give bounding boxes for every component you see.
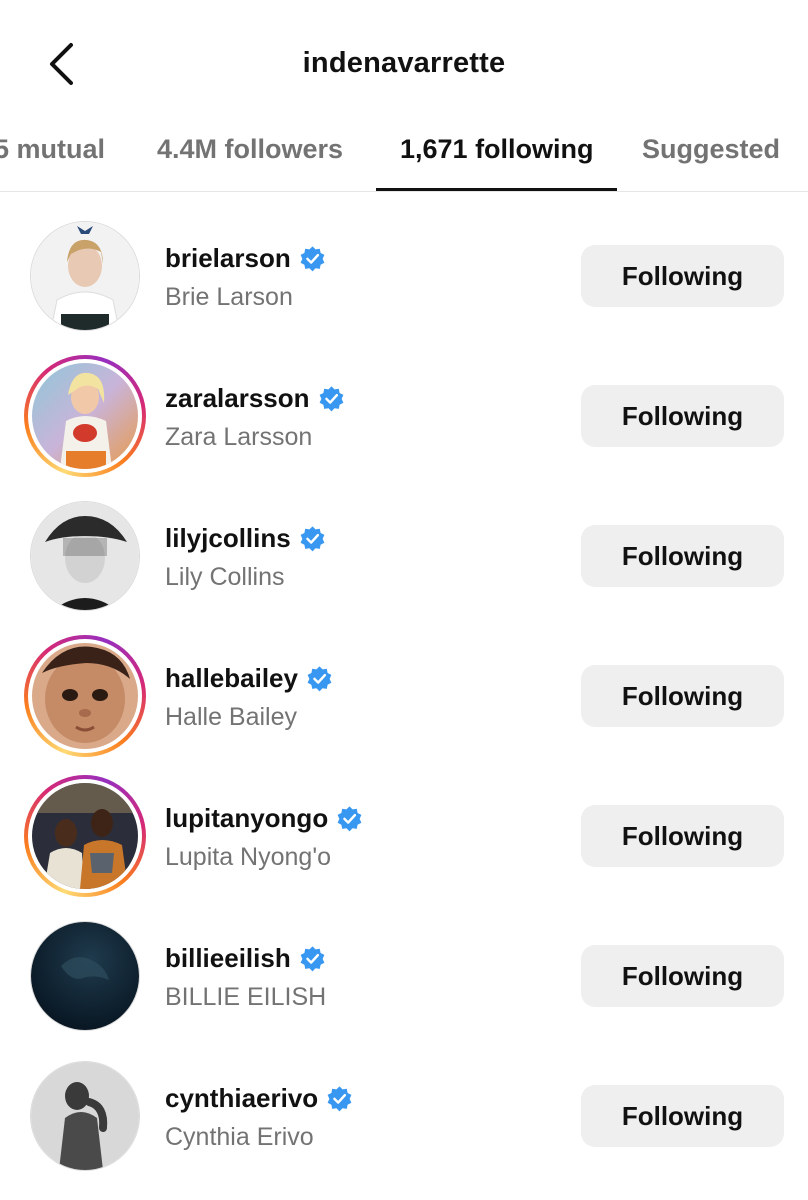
- list-item[interactable]: lupitanyongo Lupita Nyong'o Following: [0, 773, 808, 913]
- verified-badge-icon: [300, 946, 325, 972]
- avatar[interactable]: [30, 921, 140, 1031]
- avatar[interactable]: [24, 775, 146, 897]
- full-name: Lupita Nyong'o: [165, 843, 332, 871]
- username[interactable]: lilyjcollins: [165, 523, 326, 554]
- list-item[interactable]: zaralarsson Zara Larsson Following: [0, 353, 808, 493]
- verified-badge-icon: [300, 246, 325, 272]
- following-list-screen: indenavarrette 5 mutual 4.4M followers 1…: [0, 0, 808, 1200]
- page-title: indenavarrette: [302, 47, 506, 79]
- following-button[interactable]: Following: [581, 385, 784, 447]
- tab-mutual[interactable]: 5 mutual: [0, 134, 105, 174]
- following-button[interactable]: Following: [581, 245, 784, 307]
- avatar-photo: [31, 922, 139, 1030]
- avatar-photo: [32, 363, 138, 469]
- following-button[interactable]: Following: [581, 525, 784, 587]
- avatar-photo: [31, 502, 139, 610]
- verified-badge-icon: [319, 386, 343, 412]
- username[interactable]: hallebailey: [165, 663, 333, 694]
- avatar[interactable]: [30, 221, 140, 331]
- full-name: Brie Larson: [165, 283, 293, 311]
- avatar[interactable]: [24, 355, 146, 477]
- avatar-photo: [32, 783, 138, 889]
- full-name: Halle Bailey: [165, 703, 298, 731]
- avatar[interactable]: [30, 501, 140, 611]
- full-name: Lily Collins: [165, 563, 285, 591]
- username[interactable]: lupitanyongo: [165, 803, 363, 834]
- list-item[interactable]: lilyjcollins Lily Collins Following: [0, 493, 808, 633]
- tab-following[interactable]: 1,671 following: [400, 134, 594, 174]
- username[interactable]: billieeilish: [165, 943, 326, 974]
- list-item[interactable]: hallebailey Halle Bailey Following: [0, 633, 808, 773]
- avatar-photo: [32, 643, 138, 749]
- list-item[interactable]: cynthiaerivo Cynthia Erivo Following: [0, 1053, 808, 1193]
- avatar-photo: [31, 222, 139, 330]
- full-name: Zara Larsson: [165, 423, 313, 451]
- avatar[interactable]: [24, 635, 146, 757]
- full-name: BILLIE EILISH: [165, 983, 327, 1011]
- username[interactable]: cynthiaerivo: [165, 1083, 353, 1114]
- tab-bar: 5 mutual 4.4M followers 1,671 following …: [0, 120, 808, 192]
- verified-badge-icon: [300, 526, 325, 552]
- tab-suggested[interactable]: Suggested: [642, 134, 780, 174]
- verified-badge-icon: [327, 1086, 352, 1112]
- list-item[interactable]: billieeilish BILLIE EILISH Following: [0, 913, 808, 1053]
- verified-badge-icon: [337, 806, 362, 832]
- full-name: Cynthia Erivo: [165, 1123, 314, 1151]
- username[interactable]: zaralarsson: [165, 383, 345, 414]
- following-button[interactable]: Following: [581, 945, 784, 1007]
- username[interactable]: brielarson: [165, 243, 326, 274]
- active-tab-indicator: [376, 188, 617, 191]
- following-button[interactable]: Following: [581, 805, 784, 867]
- tab-followers[interactable]: 4.4M followers: [157, 134, 343, 174]
- following-button[interactable]: Following: [581, 1085, 784, 1147]
- top-bar: indenavarrette: [0, 0, 808, 120]
- following-button[interactable]: Following: [581, 665, 784, 727]
- avatar[interactable]: [30, 1061, 140, 1171]
- avatar-photo: [31, 1062, 139, 1170]
- list-item[interactable]: brielarson Brie Larson Following: [0, 213, 808, 353]
- verified-badge-icon: [307, 666, 332, 692]
